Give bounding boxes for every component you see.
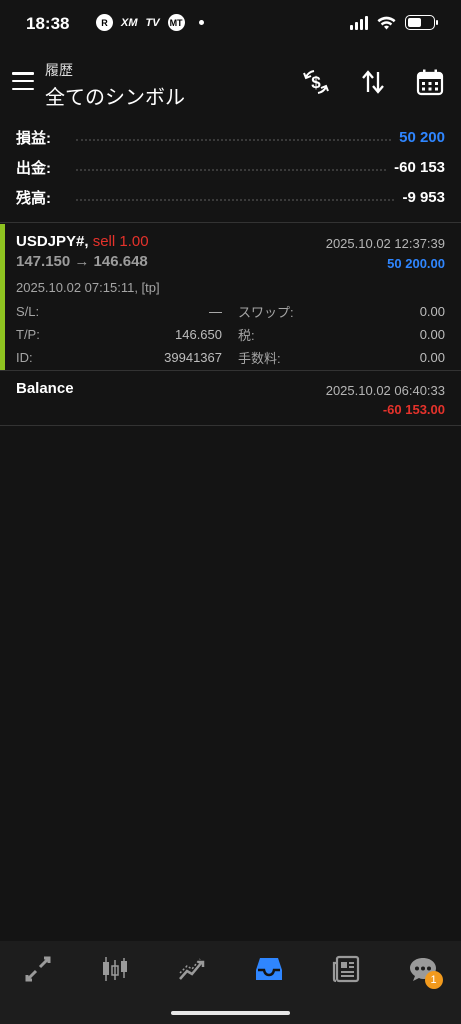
chart-icon[interactable]: [93, 947, 137, 991]
detail-value: 146.650: [175, 327, 222, 342]
trade-symbol: USDJPY#, sell 1.00: [16, 233, 149, 250]
status-app-icons: R XM TV MT: [96, 14, 204, 31]
header-title[interactable]: 全てのシンボル: [45, 81, 185, 110]
trade-side: sell 1.00: [92, 233, 149, 250]
detail-value: 0.00: [419, 350, 445, 365]
detail-value: —: [209, 304, 222, 319]
app-tradingview-icon: TV: [145, 16, 160, 29]
trade-close-time: 2025.10.02 12:37:39: [325, 236, 445, 251]
detail-row: S/L: — スワップ: 0.00: [16, 300, 445, 323]
trade-prices: 147.150 → 146.648: [16, 253, 148, 270]
summary-row-withdrawal: 出金: -60 153: [16, 152, 445, 182]
calendar-icon[interactable]: [414, 66, 446, 98]
detail-value: 0.00: [419, 327, 445, 342]
app-xm-icon: XM: [121, 16, 138, 29]
summary-panel: 損益: 50 200 出金: -60 153 残高: -9 953: [16, 122, 445, 212]
svg-text:$: $: [311, 73, 321, 92]
trade-details: S/L: — スワップ: 0.00 T/P: 146.650 税: 0.00 I…: [16, 300, 445, 369]
dotted-leader: [76, 199, 395, 201]
divider: [0, 425, 461, 426]
detail-value: 0.00: [419, 304, 445, 319]
sort-icon[interactable]: [357, 66, 389, 98]
chat-icon[interactable]: 1: [401, 947, 445, 991]
summary-value: 50 200: [399, 128, 445, 146]
trade-entry[interactable]: USDJPY#, sell 1.00 147.150 → 146.648 202…: [0, 224, 461, 370]
status-indicators: [350, 15, 438, 30]
balance-value: -60 153.00: [382, 402, 445, 417]
summary-value: -9 953: [402, 188, 445, 206]
summary-label: 残高:: [16, 189, 51, 207]
chat-badge: 1: [424, 971, 443, 989]
trend-icon[interactable]: [170, 947, 214, 991]
summary-row-balance: 残高: -9 953: [16, 182, 445, 212]
detail-label: T/P:: [16, 327, 40, 342]
wifi-icon: [377, 16, 396, 29]
detail-label: 手数料:: [238, 351, 281, 366]
header-subtitle: 履歴: [45, 62, 73, 78]
notification-dot: [198, 20, 204, 25]
balance-label: Balance: [16, 380, 74, 397]
summary-row-profit: 損益: 50 200: [16, 122, 445, 152]
trade-accent-bar: [0, 224, 5, 370]
trade-profit: 50 200.00: [387, 256, 445, 271]
summary-value: -60 153: [394, 158, 445, 176]
balance-time: 2025.10.02 06:40:33: [325, 383, 445, 398]
battery-icon: [405, 15, 438, 30]
dotted-leader: [76, 169, 387, 171]
status-time: 18:38: [26, 14, 70, 33]
news-icon[interactable]: [324, 947, 368, 991]
detail-label: スワップ:: [238, 305, 294, 320]
home-bar: [0, 997, 461, 1024]
summary-label: 出金:: [16, 159, 51, 177]
dotted-leader: [76, 139, 392, 141]
detail-value: 39941367: [164, 350, 222, 365]
detail-label: 税:: [238, 328, 255, 343]
app-r-icon: R: [96, 14, 113, 31]
divider: [0, 222, 461, 223]
balance-entry[interactable]: Balance 2025.10.02 06:40:33 -60 153.00: [0, 371, 461, 425]
history-icon[interactable]: [247, 947, 291, 991]
app-mt-icon: MT: [167, 14, 185, 31]
trade-open-time: 2025.10.02 07:15:11, [tp]: [16, 280, 160, 295]
trade-icon[interactable]: [16, 947, 60, 991]
signal-icon: [350, 15, 368, 30]
detail-row: ID: 39941367 手数料: 0.00: [16, 346, 445, 369]
detail-label: S/L:: [16, 304, 40, 319]
currency-swap-icon[interactable]: $: [300, 66, 332, 98]
bottom-nav: 1: [0, 941, 461, 997]
status-bar: 18:38 R XM TV MT: [0, 0, 461, 48]
summary-label: 損益:: [16, 129, 51, 147]
menu-icon[interactable]: [12, 72, 34, 90]
app-header: 履歴 全てのシンボル $: [0, 56, 461, 114]
detail-label: ID:: [16, 350, 33, 365]
detail-row: T/P: 146.650 税: 0.00: [16, 323, 445, 346]
home-indicator[interactable]: [171, 1011, 290, 1015]
